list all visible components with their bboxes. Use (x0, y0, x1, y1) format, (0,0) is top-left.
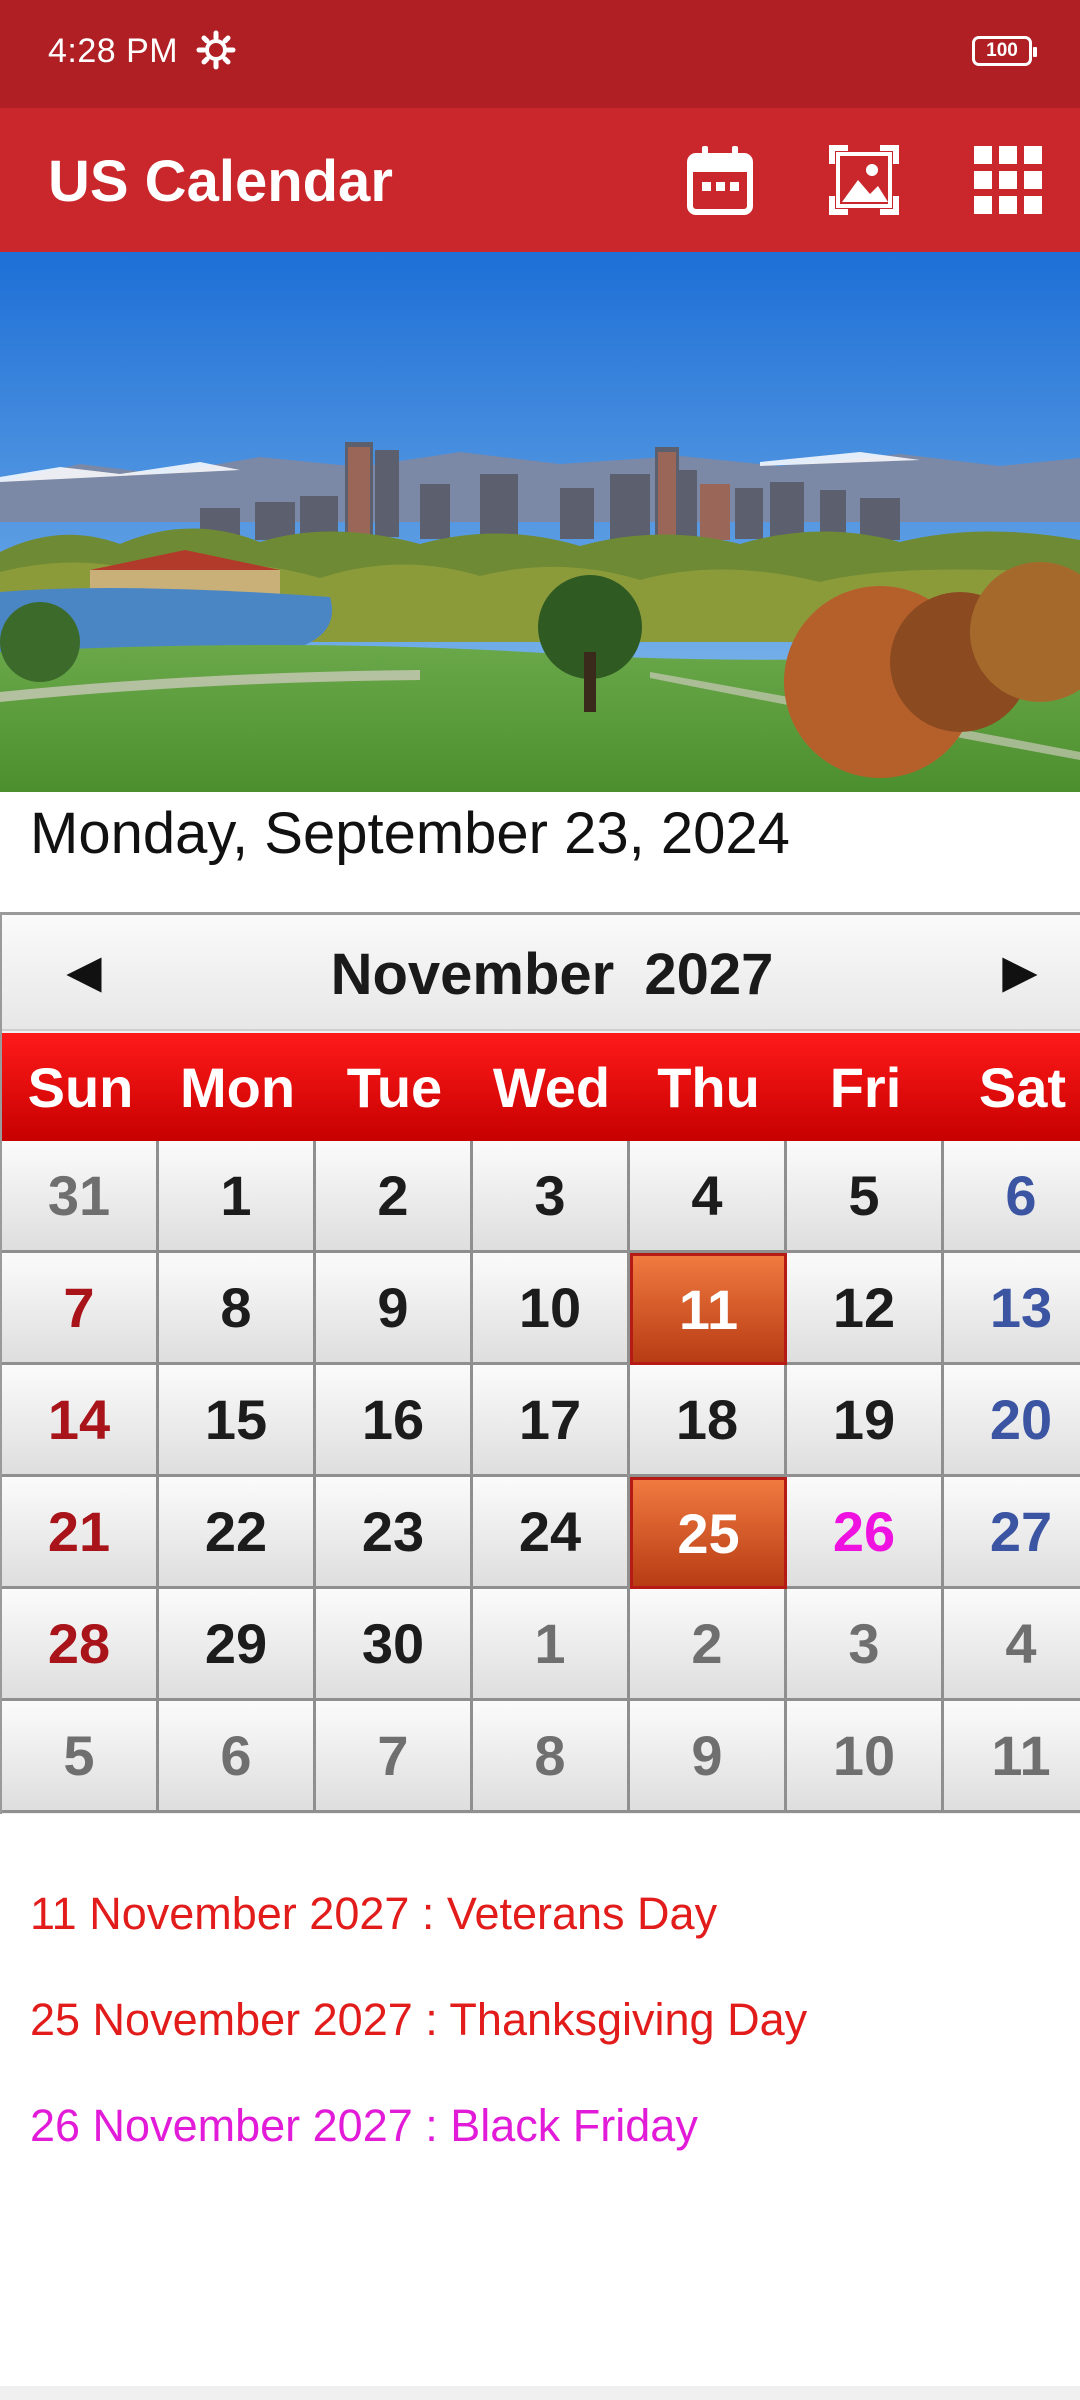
battery-level: 100 (986, 40, 1018, 61)
month-calendar: ◀ November 2027 ▶ Sun Mon Tue Wed Thu Fr… (0, 912, 1080, 1814)
event-item: 11 November 2027 : Veterans Day (30, 1888, 718, 1939)
day-cell[interactable]: 14 (2, 1365, 159, 1477)
weekday-fri: Fri (829, 1055, 902, 1119)
day-cell[interactable]: 3 (473, 1141, 630, 1253)
current-date: Monday, September 23, 2024 (30, 801, 790, 866)
settings-gear-icon (196, 30, 236, 70)
app-bar: US Calendar (0, 108, 1080, 252)
day-cell[interactable]: 24 (473, 1477, 630, 1589)
day-cell[interactable]: 12 (787, 1253, 944, 1365)
month-title: November 2027 (330, 942, 774, 1007)
day-cell[interactable]: 5 (2, 1701, 159, 1813)
app-title: US Calendar (48, 149, 393, 214)
calendar-icon[interactable] (682, 142, 758, 218)
day-cell[interactable]: 16 (316, 1365, 473, 1477)
day-cell[interactable]: 2 (316, 1141, 473, 1253)
day-cell[interactable]: 13 (944, 1253, 1080, 1365)
weekday-sat: Sat (978, 1055, 1067, 1119)
day-cell[interactable]: 22 (159, 1477, 316, 1589)
status-time: 4:28 PM (48, 32, 179, 70)
day-cell[interactable]: 10 (473, 1253, 630, 1365)
image-icon[interactable] (826, 142, 902, 218)
day-cell-special[interactable]: 26 (787, 1477, 944, 1589)
city-skyline-image (0, 252, 1080, 792)
weekday-thu: Thu (657, 1055, 760, 1119)
day-cell[interactable]: 18 (630, 1365, 787, 1477)
day-cell[interactable]: 2 (630, 1589, 787, 1701)
day-cell[interactable]: 21 (2, 1477, 159, 1589)
day-cell[interactable]: 8 (159, 1253, 316, 1365)
day-cell[interactable]: 10 (787, 1701, 944, 1813)
weekday-wed: Wed (492, 1055, 611, 1119)
day-cell[interactable]: 4 (944, 1589, 1080, 1701)
events-list: 11 November 2027 : Veterans Day 25 Novem… (30, 1888, 1050, 2206)
next-month-button[interactable]: ▶ (996, 945, 1044, 997)
day-cell[interactable]: 5 (787, 1141, 944, 1253)
day-cell[interactable]: 19 (787, 1365, 944, 1477)
calendar-header: ◀ November 2027 ▶ (2, 915, 1080, 1031)
day-cell[interactable]: 7 (2, 1253, 159, 1365)
day-cell[interactable]: 28 (2, 1589, 159, 1701)
day-cell-holiday[interactable]: 11 (630, 1253, 787, 1365)
weekday-header-row: Sun Mon Tue Wed Thu Fri Sat (2, 1033, 1080, 1141)
grid-menu-icon[interactable] (970, 142, 1046, 218)
event-item: 26 November 2027 : Black Friday (30, 2100, 698, 2151)
day-cell[interactable]: 20 (944, 1365, 1080, 1477)
day-cell[interactable]: 27 (944, 1477, 1080, 1589)
day-cell[interactable]: 23 (316, 1477, 473, 1589)
day-cell[interactable]: 30 (316, 1589, 473, 1701)
day-cell[interactable]: 6 (944, 1141, 1080, 1253)
day-cell[interactable]: 6 (159, 1701, 316, 1813)
status-bar: 4:28 PM 100 (0, 0, 1080, 108)
weekday-tue: Tue (346, 1055, 443, 1119)
day-cell[interactable]: 3 (787, 1589, 944, 1701)
weekday-mon: Mon (179, 1055, 296, 1119)
battery-icon: 100 (972, 36, 1037, 66)
day-cell[interactable]: 8 (473, 1701, 630, 1813)
day-cell-holiday[interactable]: 25 (630, 1477, 787, 1589)
day-cell[interactable]: 11 (944, 1701, 1080, 1813)
day-cell[interactable]: 29 (159, 1589, 316, 1701)
weekday-sun: Sun (27, 1055, 134, 1119)
day-cell[interactable]: 7 (316, 1701, 473, 1813)
day-cell[interactable]: 17 (473, 1365, 630, 1477)
day-cell[interactable]: 1 (473, 1589, 630, 1701)
day-grid: 31 1 2 3 4 5 6 7 8 9 10 11 12 13 14 15 1… (2, 1141, 1080, 1813)
day-cell[interactable]: 1 (159, 1141, 316, 1253)
day-cell[interactable]: 9 (630, 1701, 787, 1813)
day-cell[interactable]: 4 (630, 1141, 787, 1253)
bottom-divider (0, 2386, 1080, 2400)
day-cell[interactable]: 15 (159, 1365, 316, 1477)
event-item: 25 November 2027 : Thanksgiving Day (30, 1994, 808, 2045)
day-cell[interactable]: 9 (316, 1253, 473, 1365)
day-cell[interactable]: 31 (2, 1141, 159, 1253)
